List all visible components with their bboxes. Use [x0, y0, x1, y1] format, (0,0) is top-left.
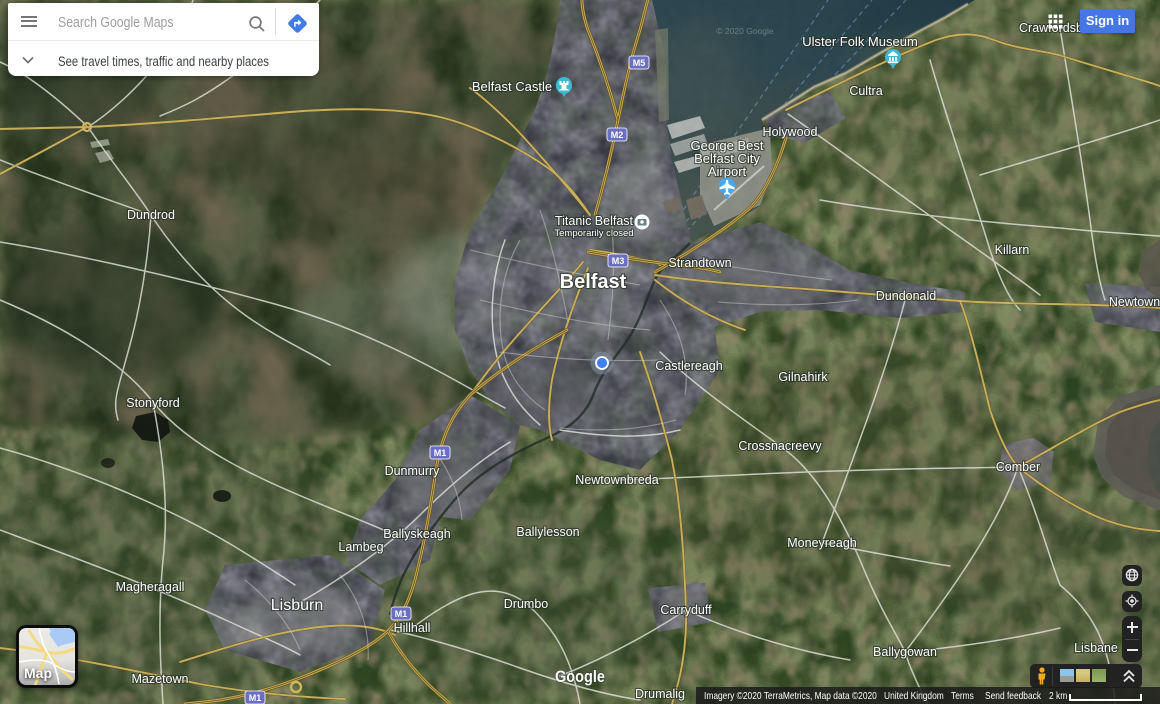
svg-text:Killarn: Killarn — [995, 243, 1030, 257]
svg-text:Newtowna: Newtowna — [1109, 295, 1160, 309]
svg-text:Temporarily closed: Temporarily closed — [554, 228, 633, 239]
svg-text:Ballyskeagh: Ballyskeagh — [383, 527, 450, 541]
svg-text:Hillhall: Hillhall — [394, 621, 431, 635]
svg-text:© 2020 Google: © 2020 Google — [716, 26, 774, 36]
svg-text:Mazetown: Mazetown — [132, 672, 189, 686]
svg-text:Lisburn: Lisburn — [271, 597, 323, 614]
svg-text:M1: M1 — [249, 693, 262, 703]
svg-text:Strandtown: Strandtown — [668, 256, 731, 270]
svg-text:Castlereagh: Castlereagh — [655, 359, 722, 373]
svg-text:Belfast Castle: Belfast Castle — [472, 79, 552, 94]
svg-text:M2: M2 — [611, 130, 624, 140]
svg-text:Ballygowan: Ballygowan — [873, 645, 937, 659]
svg-text:Lambeg: Lambeg — [338, 540, 383, 554]
svg-text:Gilnahirk: Gilnahirk — [778, 370, 828, 384]
svg-text:Google: Google — [555, 668, 605, 686]
svg-text:Carryduff: Carryduff — [660, 603, 712, 617]
svg-text:Titanic Belfast: Titanic Belfast — [555, 214, 634, 228]
svg-text:Dundrod: Dundrod — [127, 208, 175, 222]
svg-text:Drumalig: Drumalig — [635, 687, 685, 701]
svg-text:Dundonald: Dundonald — [876, 289, 937, 303]
svg-text:M5: M5 — [633, 58, 646, 68]
svg-text:M1: M1 — [395, 609, 408, 619]
svg-text:Crossnacreevy: Crossnacreevy — [738, 439, 822, 453]
svg-text:Comber: Comber — [996, 460, 1040, 474]
svg-text:M1: M1 — [434, 448, 447, 458]
svg-text:Holywood: Holywood — [763, 125, 818, 139]
svg-text:Belfast: Belfast — [560, 271, 627, 293]
svg-text:Magheragall: Magheragall — [116, 580, 185, 594]
svg-text:Newtownbreda: Newtownbreda — [575, 473, 658, 487]
svg-text:Airport: Airport — [708, 164, 747, 179]
svg-text:Dunmurry: Dunmurry — [385, 464, 441, 478]
svg-text:Moneyreagh: Moneyreagh — [787, 536, 857, 550]
svg-text:Ulster Folk Museum: Ulster Folk Museum — [802, 34, 918, 49]
svg-text:Drumbo: Drumbo — [504, 597, 549, 611]
svg-text:Ballylesson: Ballylesson — [516, 525, 579, 539]
svg-text:Stonyford: Stonyford — [126, 396, 180, 410]
svg-text:Lisbane: Lisbane — [1074, 641, 1118, 655]
svg-text:M3: M3 — [612, 256, 625, 266]
svg-text:Cultra: Cultra — [849, 84, 882, 98]
